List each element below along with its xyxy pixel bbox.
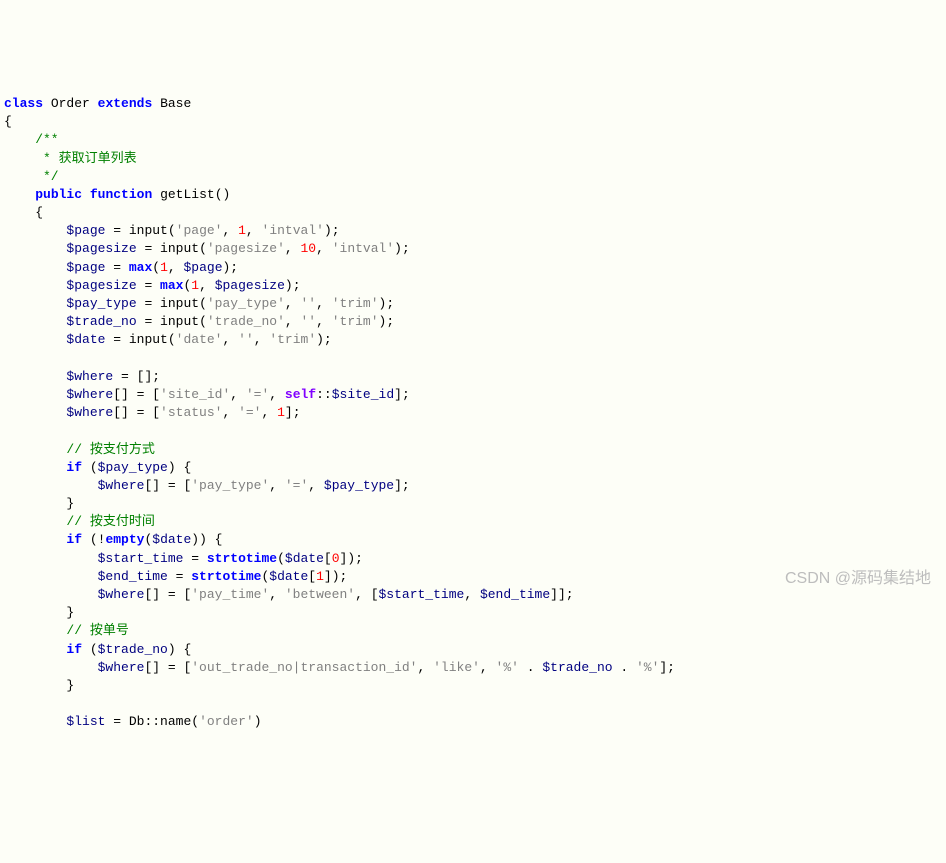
code-line: class Order extends Base: [4, 96, 191, 111]
code-line: $where[] = ['site_id', '=', self::$site_…: [4, 387, 410, 402]
code-line: */: [4, 169, 59, 184]
code-line: $pagesize = max(1, $pagesize);: [4, 278, 301, 293]
code-line: }: [4, 678, 74, 693]
code-line: /**: [4, 132, 59, 147]
code-line: if (!empty($date)) {: [4, 532, 223, 547]
code-line: $trade_no = input('trade_no', '', 'trim'…: [4, 314, 394, 329]
watermark: CSDN @源码集结地: [785, 568, 931, 590]
code-line: {: [4, 114, 12, 129]
code-line: {: [4, 205, 43, 220]
code-line: $start_time = strtotime($date[0]);: [4, 551, 363, 566]
code-line: $end_time = strtotime($date[1]);: [4, 569, 347, 584]
code-line: $pagesize = input('pagesize', 10, 'intva…: [4, 241, 410, 256]
code-line: $page = input('page', 1, 'intval');: [4, 223, 340, 238]
code-line: * 获取订单列表: [4, 151, 137, 166]
code-line: $pay_type = input('pay_type', '', 'trim'…: [4, 296, 394, 311]
code-line: $where[] = ['out_trade_no|transaction_id…: [4, 660, 675, 675]
code-line: $page = max(1, $page);: [4, 260, 238, 275]
code-line: $where[] = ['pay_type', '=', $pay_type];: [4, 478, 410, 493]
code-line: $where[] = ['status', '=', 1];: [4, 405, 301, 420]
code-block: class Order extends Base { /** * 获取订单列表 …: [0, 73, 946, 736]
code-line: $date = input('date', '', 'trim');: [4, 332, 332, 347]
code-line: $where = [];: [4, 369, 160, 384]
code-line: // 按单号: [4, 623, 129, 638]
code-line: // 按支付方式: [4, 442, 155, 457]
code-line: if ($pay_type) {: [4, 460, 191, 475]
code-line: }: [4, 496, 74, 511]
code-line: public function getList(): [4, 187, 230, 202]
code-line: if ($trade_no) {: [4, 642, 191, 657]
code-line: }: [4, 605, 74, 620]
code-line: $list = Db::name('order'): [4, 714, 262, 729]
code-line: // 按支付时间: [4, 514, 155, 529]
